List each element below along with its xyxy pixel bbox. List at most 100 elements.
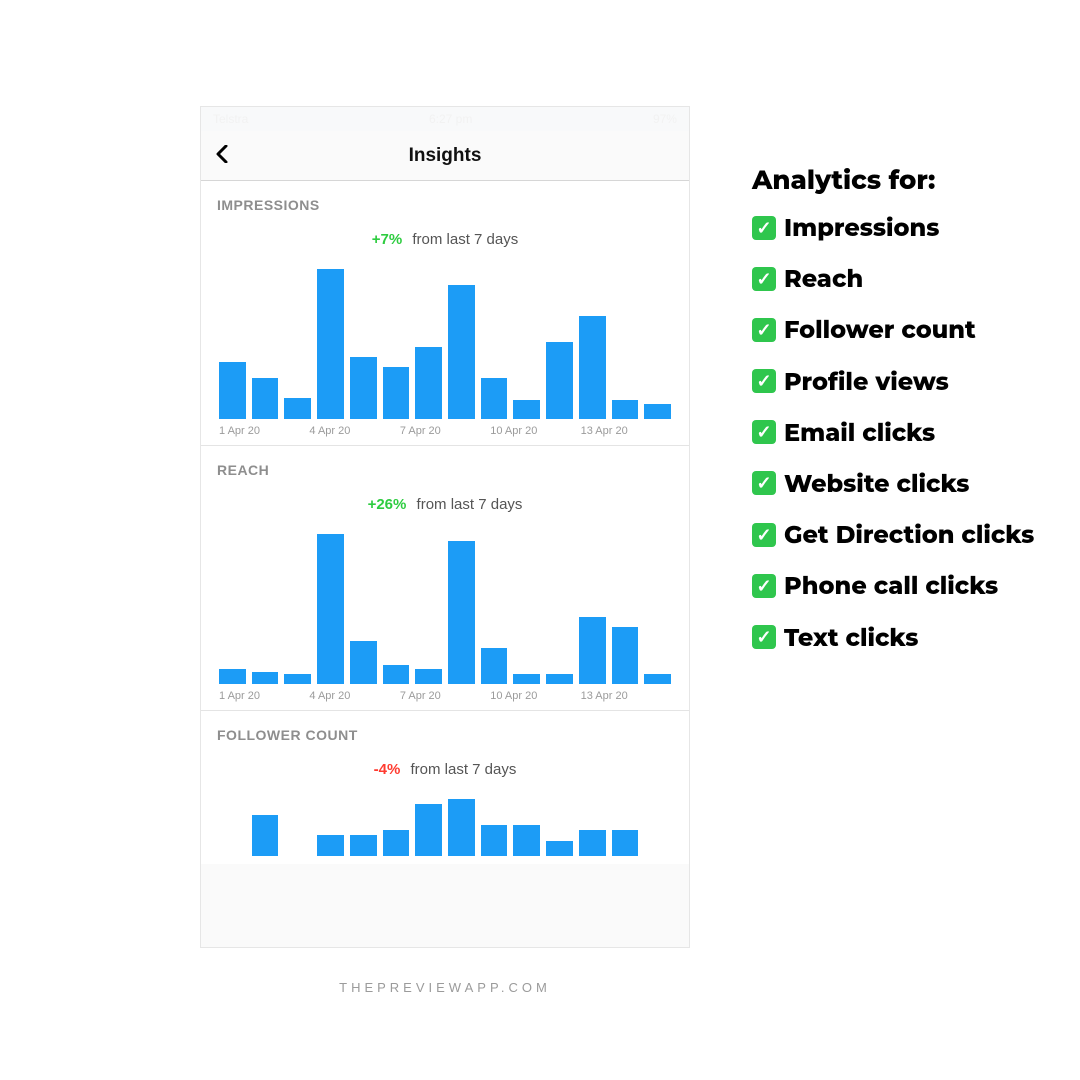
back-chevron-icon <box>215 145 229 163</box>
bar <box>252 815 279 856</box>
bar <box>448 285 475 419</box>
bar <box>350 357 377 419</box>
analytics-item: ✓ Follower count <box>752 312 1042 349</box>
check-icon: ✓ <box>752 523 776 547</box>
clock-label: 6:27 pm <box>429 112 472 126</box>
bar <box>448 541 475 684</box>
check-icon: ✓ <box>752 471 776 495</box>
bar <box>546 841 573 857</box>
bar <box>219 362 246 419</box>
analytics-item-label: Email clicks <box>784 419 935 448</box>
xaxis-tick: 1 Apr 20 <box>219 690 309 702</box>
bar <box>579 316 606 419</box>
bar <box>252 378 279 419</box>
card-title: FOLLOWER COUNT <box>217 727 673 743</box>
card-title: REACH <box>217 462 673 478</box>
xaxis-tick: 7 Apr 20 <box>400 425 490 437</box>
check-icon: ✓ <box>752 625 776 649</box>
bar <box>317 534 344 684</box>
bar <box>415 669 442 685</box>
bar <box>219 669 246 685</box>
xaxis-tick: 13 Apr 20 <box>581 690 671 702</box>
analytics-item-label: Impressions <box>784 214 939 243</box>
bar <box>415 347 442 419</box>
delta-row: +26% from last 7 days <box>217 496 673 513</box>
analytics-item: ✓Phone call clicks <box>752 568 1042 605</box>
xaxis-tick: 7 Apr 20 <box>400 690 490 702</box>
check-icon: ✓ <box>752 267 776 291</box>
analytics-item-label: Get Direction clicks <box>784 521 1034 550</box>
bar <box>317 269 344 419</box>
xaxis-tick: 1 Apr 20 <box>219 425 309 437</box>
bar <box>415 804 442 856</box>
analytics-item: ✓ Profile views <box>752 364 1042 401</box>
bar <box>481 378 508 419</box>
nav-header: Insights <box>201 131 689 181</box>
phone-frame: Telstra 6:27 pm 97% Insights IMPRESSIONS… <box>200 106 690 948</box>
bar <box>579 830 606 856</box>
chart-impressions <box>217 264 673 419</box>
analytics-heading: Analytics for: <box>752 164 1042 196</box>
card-impressions: IMPRESSIONS +7% from last 7 days 1 Apr 2… <box>201 181 689 446</box>
analytics-list: Analytics for: ✓ Impressions ✓ Reach ✓ Follow… <box>752 164 1042 671</box>
bar <box>546 342 573 420</box>
xaxis: 1 Apr 204 Apr 207 Apr 2010 Apr 2013 Apr … <box>217 425 673 437</box>
analytics-item: ✓ Text clicks <box>752 620 1042 657</box>
bar <box>546 674 573 684</box>
bar <box>383 665 410 684</box>
bar <box>350 835 377 856</box>
bar <box>284 398 311 419</box>
bar <box>383 830 410 856</box>
delta-value: +26% <box>368 496 407 513</box>
chart-follower-count <box>217 794 673 856</box>
bar <box>612 830 639 856</box>
analytics-item-label: Reach <box>784 265 863 294</box>
analytics-item: ✓ Reach <box>752 261 1042 298</box>
bar <box>448 799 475 856</box>
check-icon: ✓ <box>752 318 776 342</box>
analytics-item-label: Website clicks <box>784 470 969 499</box>
delta-row: -4% from last 7 days <box>217 761 673 778</box>
bar <box>252 672 279 684</box>
bar <box>612 400 639 419</box>
page-title: Insights <box>201 145 689 167</box>
bar <box>284 674 311 684</box>
battery-label: 97% <box>653 112 677 126</box>
analytics-item-label: Text clicks <box>784 624 918 653</box>
analytics-item: ✓ Get Direction clicks <box>752 517 1042 554</box>
analytics-item: ✓ Website clicks <box>752 466 1042 503</box>
xaxis-tick: 10 Apr 20 <box>490 690 580 702</box>
bar <box>612 627 639 684</box>
check-icon: ✓ <box>752 369 776 393</box>
delta-value: +7% <box>372 231 402 248</box>
status-bar: Telstra 6:27 pm 97% <box>201 107 689 131</box>
xaxis: 1 Apr 204 Apr 207 Apr 2010 Apr 2013 Apr … <box>217 690 673 702</box>
chart-reach <box>217 529 673 684</box>
xaxis-tick: 10 Apr 20 <box>490 425 580 437</box>
analytics-item-label: Profile views <box>784 368 949 397</box>
xaxis-tick: 4 Apr 20 <box>309 425 399 437</box>
delta-value: -4% <box>374 761 401 778</box>
delta-text: from last 7 days <box>412 231 518 248</box>
card-reach: REACH +26% from last 7 days 1 Apr 204 Ap… <box>201 446 689 711</box>
bar <box>481 825 508 856</box>
check-icon: ✓ <box>752 216 776 240</box>
bar <box>513 674 540 684</box>
bar <box>481 648 508 684</box>
analytics-item-label: Phone call clicks <box>784 572 998 601</box>
bar <box>317 835 344 856</box>
footer-credit: THEPREVIEWAPP.COM <box>200 980 690 995</box>
bar <box>644 404 671 420</box>
card-follower-count: FOLLOWER COUNT -4% from last 7 days <box>201 711 689 864</box>
xaxis-tick: 4 Apr 20 <box>309 690 399 702</box>
analytics-item: ✓ Email clicks <box>752 415 1042 452</box>
xaxis-tick: 13 Apr 20 <box>581 425 671 437</box>
bar <box>383 367 410 419</box>
check-icon: ✓ <box>752 420 776 444</box>
bar <box>513 825 540 856</box>
back-button[interactable] <box>215 143 229 169</box>
bar <box>350 641 377 684</box>
bar <box>513 400 540 419</box>
delta-text: from last 7 days <box>417 496 523 513</box>
analytics-item-label: Follower count <box>784 316 976 345</box>
